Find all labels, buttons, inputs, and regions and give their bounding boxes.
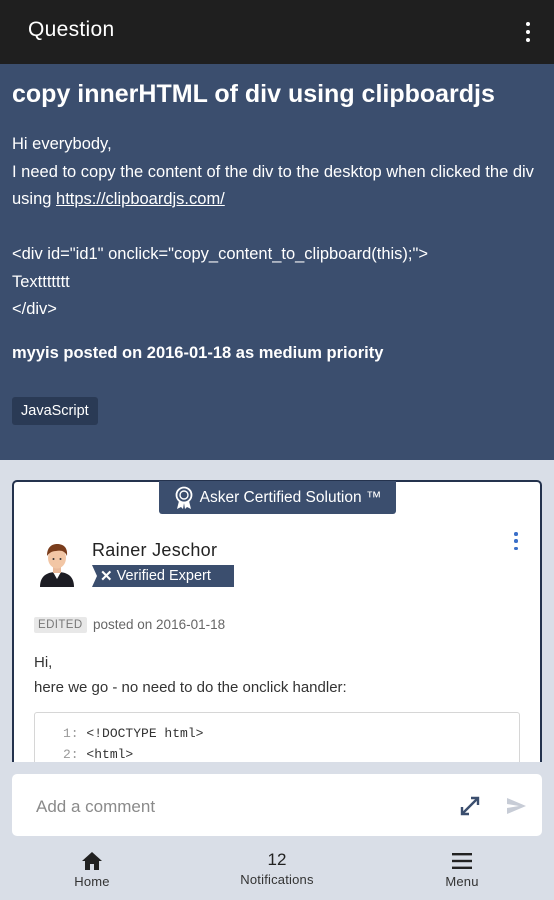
code-line-text: <!DOCTYPE html> — [86, 726, 204, 741]
nav-notifications[interactable]: 12 Notifications — [222, 850, 332, 887]
notifications-count: 12 — [267, 850, 287, 869]
verified-expert-badge: ✕ Verified Expert — [92, 565, 234, 587]
code-line-text: <html> — [86, 747, 134, 762]
expert-x-icon: ✕ — [100, 568, 113, 585]
answer-more-options-icon[interactable] — [512, 532, 520, 550]
comment-placeholder: Add a comment — [36, 797, 156, 816]
certified-solution-label: Asker Certified Solution ™ — [199, 488, 382, 506]
nav-notifications-label: Notifications — [240, 872, 314, 887]
send-icon[interactable] — [505, 795, 527, 817]
question-greeting: Hi everybody, — [12, 135, 112, 153]
question-body: Hi everybody, I need to copy the content… — [12, 131, 547, 324]
answer-body: Hi, here we go - no need to do the oncli… — [34, 651, 347, 700]
verified-expert-label: Verified Expert — [116, 568, 211, 584]
nav-menu[interactable]: Menu — [432, 850, 492, 889]
author-avatar[interactable] — [36, 541, 78, 587]
certified-solution-badge: Asker Certified Solution ™ — [159, 481, 396, 514]
question-meta: myyis posted on 2016-01-18 as medium pri… — [12, 344, 384, 362]
answer-text: here we go - no need to do the onclick h… — [34, 678, 347, 696]
code-line: 1: <!DOCTYPE html> — [63, 726, 203, 741]
question-code-line-3: </div> — [12, 300, 57, 318]
nav-home[interactable]: Home — [62, 850, 122, 889]
home-icon — [82, 852, 102, 870]
code-line-number: 1: — [63, 726, 79, 741]
question-panel: copy innerHTML of div using clipboardjs … — [0, 64, 554, 460]
menu-icon — [452, 853, 472, 869]
clipboardjs-link[interactable]: https://clipboardjs.com/ — [56, 190, 225, 208]
question-title: copy innerHTML of div using clipboardjs — [12, 80, 495, 108]
nav-menu-label: Menu — [445, 874, 479, 889]
question-code-line-2: Texttttttt — [12, 272, 70, 291]
page-title: Question — [28, 18, 115, 41]
code-line: 2: <html> — [63, 747, 133, 762]
more-options-icon[interactable] — [518, 20, 538, 44]
nav-home-label: Home — [74, 874, 110, 889]
edited-badge: EDITED — [34, 617, 87, 633]
topic-tag-javascript[interactable]: JavaScript — [12, 397, 98, 425]
certified-ribbon-icon — [175, 486, 193, 509]
question-text: I need to copy the content of the div to… — [12, 159, 547, 214]
question-code-line-1: <div id="id1" onclick="copy_content_to_c… — [12, 245, 429, 263]
author-name[interactable]: Rainer Jeschor — [92, 540, 217, 561]
answer-posted-date: posted on 2016-01-18 — [93, 617, 226, 632]
app-bar: Question — [0, 0, 554, 64]
answer-greeting: Hi, — [34, 654, 53, 671]
expand-icon[interactable] — [459, 795, 481, 817]
code-line-number: 2: — [63, 747, 79, 762]
